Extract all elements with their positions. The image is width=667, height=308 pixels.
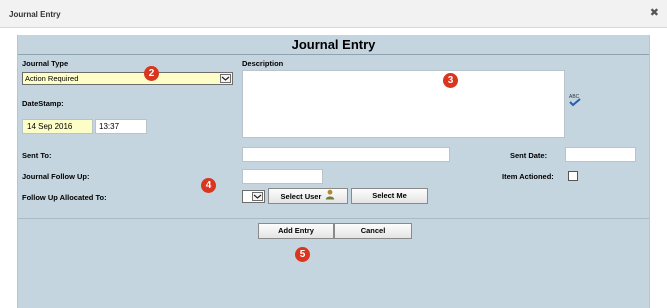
description-label: Description — [242, 59, 284, 68]
item-actioned-label: Item Actioned: — [502, 172, 554, 181]
add-entry-button[interactable]: Add Entry — [258, 223, 334, 239]
sent-date-label: Sent Date: — [510, 151, 548, 160]
select-me-label: Select Me — [372, 191, 407, 200]
sent-date-field[interactable] — [565, 147, 636, 162]
callout-badge-3: 3 — [443, 73, 458, 88]
callout-badge-5: 5 — [295, 247, 310, 262]
allocated-to-select[interactable] — [242, 190, 265, 203]
user-icon — [325, 189, 335, 205]
select-user-button[interactable]: Select User — [268, 188, 348, 204]
cancel-label: Cancel — [360, 226, 386, 235]
follow-up-label: Journal Follow Up: — [22, 172, 90, 181]
date-field[interactable]: 14 Sep 2016 — [22, 119, 93, 134]
dropdown-arrow-icon[interactable] — [252, 192, 263, 201]
time-field[interactable]: 13:37 — [95, 119, 147, 134]
journal-type-select[interactable]: Action Required — [22, 72, 233, 85]
allocated-to-label: Follow Up Allocated To: — [22, 193, 107, 202]
item-actioned-checkbox[interactable] — [568, 171, 578, 181]
window-titlebar: Journal Entry ✖ — [0, 0, 667, 28]
description-textarea[interactable] — [242, 70, 565, 138]
spellcheck-icon[interactable]: ABC — [568, 92, 582, 108]
dropdown-arrow-icon[interactable] — [220, 74, 231, 83]
time-value: 13:37 — [99, 122, 120, 131]
select-user-label: Select User — [280, 191, 322, 201]
add-entry-label: Add Entry — [278, 226, 314, 235]
sent-to-label: Sent To: — [22, 151, 52, 160]
window-title: Journal Entry — [9, 10, 61, 19]
journal-type-label: Journal Type — [22, 59, 69, 68]
close-icon[interactable]: ✖ — [650, 8, 659, 19]
datestamp-label: DateStamp: — [22, 99, 64, 108]
follow-up-field[interactable] — [242, 169, 323, 184]
panel-title: Journal Entry — [18, 35, 649, 55]
divider — [18, 218, 649, 219]
date-value: 14 Sep 2016 — [27, 122, 73, 131]
spellcheck-text: ABC — [569, 94, 580, 100]
journal-type-value: Action Required — [25, 74, 79, 83]
journal-entry-panel: Journal Entry Journal Type Action Requir… — [17, 35, 650, 308]
callout-badge-4: 4 — [201, 178, 216, 193]
callout-badge-2: 2 — [144, 66, 159, 81]
sent-to-field[interactable] — [242, 147, 450, 162]
select-me-button[interactable]: Select Me — [351, 188, 428, 204]
cancel-button[interactable]: Cancel — [334, 223, 412, 239]
